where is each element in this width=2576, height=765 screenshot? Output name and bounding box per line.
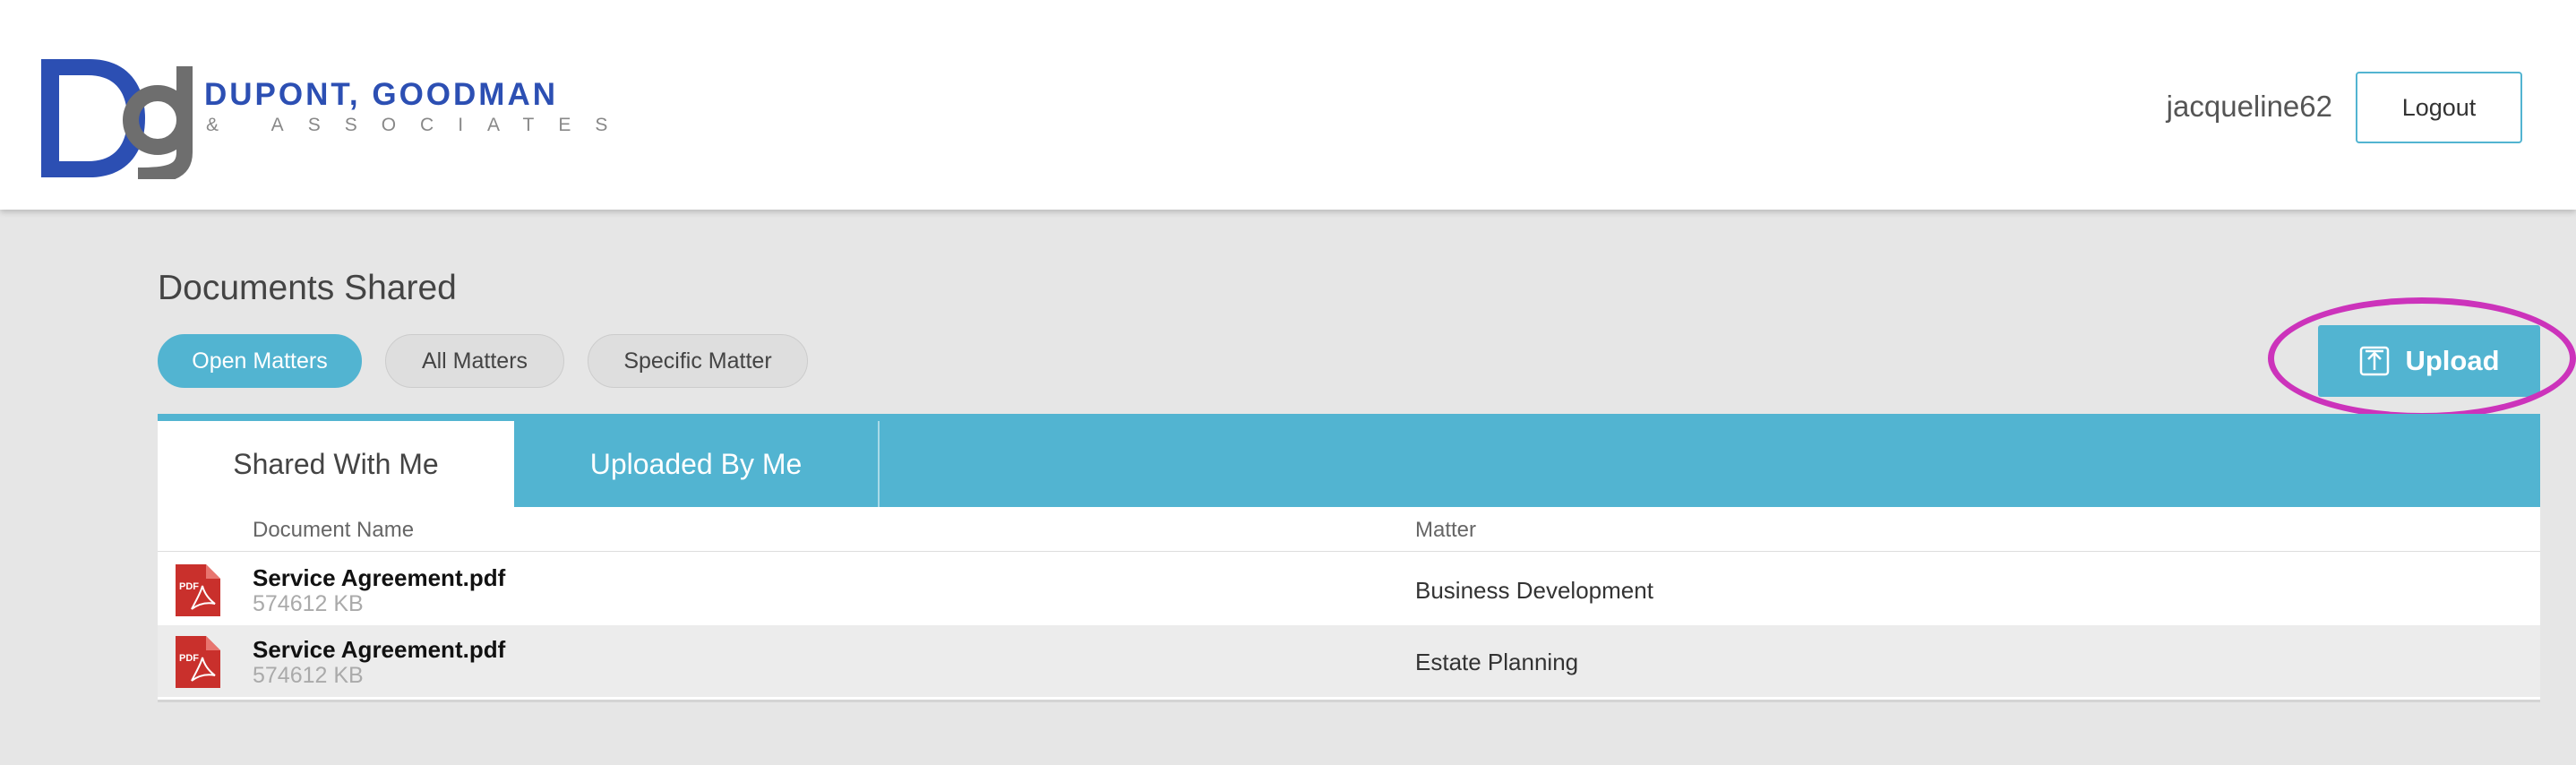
tab-divider [878,421,880,507]
document-tabs: Shared With Me Uploaded By Me [158,414,2540,507]
column-header-matter[interactable]: Matter [1415,518,1476,543]
document-name[interactable]: Service Agreement.pdf [253,564,505,592]
document-matter: Estate Planning [1415,649,1579,675]
logout-button[interactable]: Logout [2356,72,2522,143]
svg-text:PDF: PDF [179,581,199,592]
svg-text:PDF: PDF [179,653,199,664]
document-size: 574612 KB [253,591,364,616]
page-title: Documents Shared [158,269,457,307]
filter-open-matters-button[interactable]: Open Matters [158,334,362,388]
column-header-document-name[interactable]: Document Name [253,518,414,543]
filter-specific-matter-button[interactable]: Specific Matter [588,334,808,388]
upload-button[interactable]: Upload [2318,325,2540,397]
document-size: 574612 KB [253,663,364,688]
document-matter: Business Development [1415,577,1653,604]
table-header: Document Name Matter [158,507,2540,552]
company-name: DUPONT, GOODMAN [204,77,558,112]
documents-table: Document Name Matter PDF Service Agreeme… [158,507,2540,702]
pdf-file-icon: PDF [176,636,220,688]
filter-all-matters-button[interactable]: All Matters [385,334,564,388]
upload-icon [2360,346,2390,376]
tab-shared-with-me[interactable]: Shared With Me [158,421,514,507]
username-label: jacqueline62 [2166,90,2332,123]
company-logo[interactable]: DUPONT, GOODMAN & ASSOCIATES [39,54,607,179]
app-header: DUPONT, GOODMAN & ASSOCIATES jacqueline6… [0,0,2576,210]
company-subtitle: & ASSOCIATES [206,115,632,135]
document-name[interactable]: Service Agreement.pdf [253,636,505,664]
dg-logo-mark [41,59,193,179]
pdf-file-icon: PDF [176,564,220,616]
tab-uploaded-by-me[interactable]: Uploaded By Me [514,421,878,507]
upload-label: Upload [2405,345,2500,376]
table-row[interactable]: PDF Service Agreement.pdf 574612 KB Busi… [158,554,2540,625]
table-row[interactable]: PDF Service Agreement.pdf 574612 KB Esta… [158,625,2540,697]
